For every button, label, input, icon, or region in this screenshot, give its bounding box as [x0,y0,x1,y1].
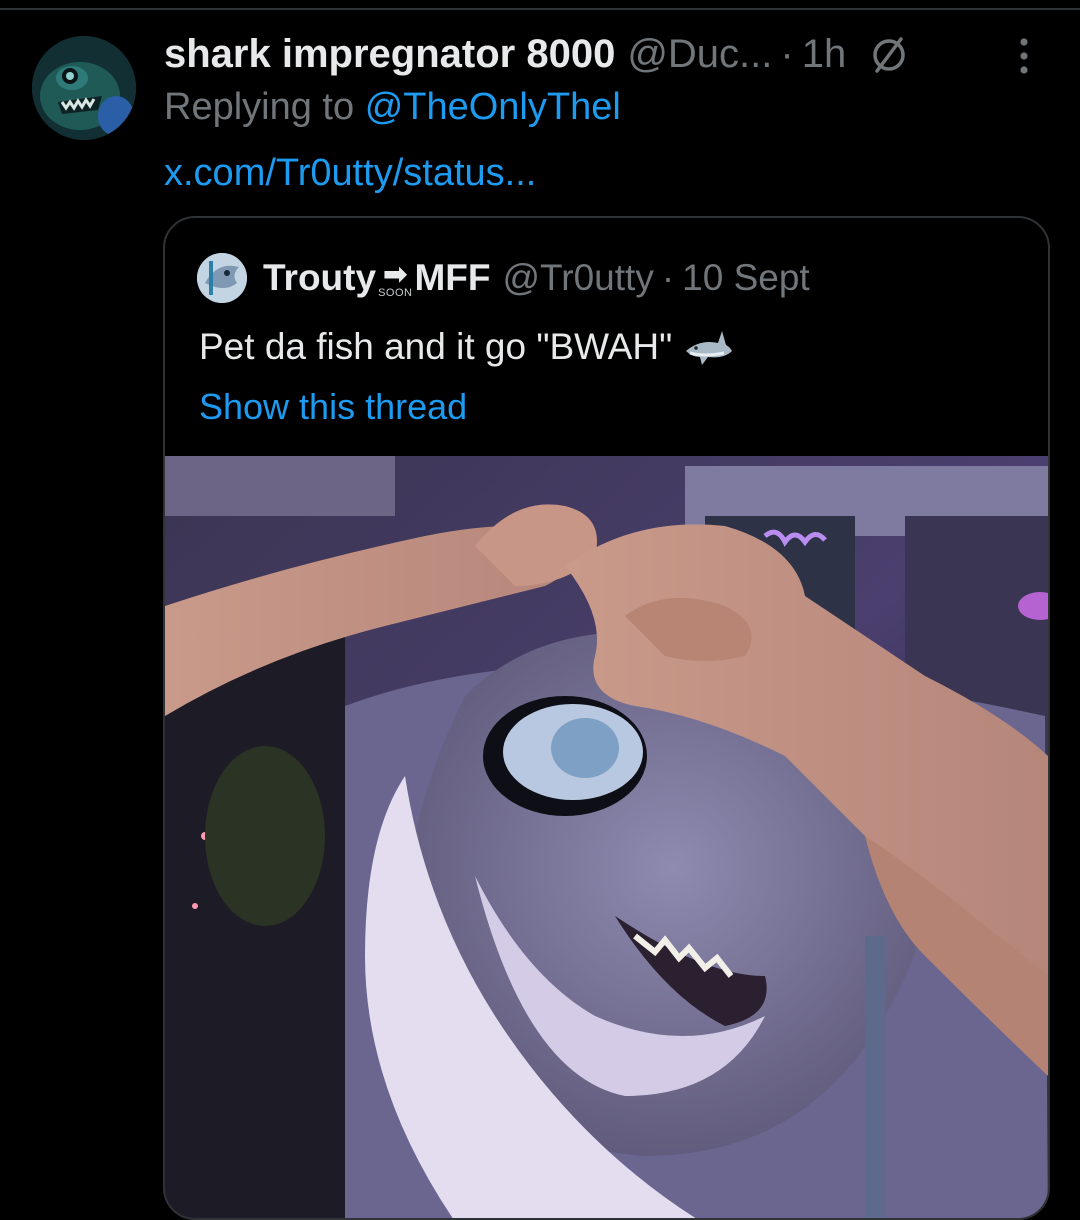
quoted-avatar-image [197,253,247,303]
arrow-glyph: ➡ [382,257,408,291]
soon-caption: SOON [378,286,413,299]
show-thread-link[interactable]: Show this thread [199,386,467,428]
replying-to-label: Replying to [164,86,355,128]
replying-to-line: Replying to @TheOnlyThel [164,86,621,129]
top-divider [0,8,1080,10]
avatar-image [32,36,136,140]
header-separator: · [780,31,794,76]
tweet-header: shark impregnator 8000 @Duc... · 1h [164,26,910,82]
replying-to-mention[interactable]: @TheOnlyThel [365,86,621,128]
quoted-tweet-text: Pet da fish and it go "BWAH" [199,326,673,367]
quoted-header-separator: · [661,257,675,298]
quoted-tweet-date[interactable]: 10 Sept [682,257,810,299]
author-handle[interactable]: @Duc... [627,32,772,77]
quoted-author-name-part1: Trouty [263,257,377,298]
quoted-author-name[interactable]: Trouty ➡ SOON MFF [263,257,491,299]
media-image [165,456,1048,1218]
quoted-author-handle[interactable]: @Tr0utty [503,257,654,299]
quoted-tweet-text-row: Pet da fish and it go "BWAH" [199,326,734,368]
soon-arrow-emoji: ➡ SOON [378,257,413,299]
tweet-time[interactable]: 1h [802,32,847,77]
quoted-tweet-card[interactable]: Trouty ➡ SOON MFF @Tr0utty · 10 Sept Pet… [163,216,1050,1220]
author-display-name[interactable]: shark impregnator 8000 [164,32,615,77]
shark-emoji [686,331,733,365]
quoted-tweet-media[interactable] [165,456,1048,1218]
quoted-tweet-header: Trouty ➡ SOON MFF @Tr0utty · 10 Sept [197,252,810,304]
null-circle-icon [873,37,905,73]
quoted-author-name-part2: MFF [414,257,491,298]
quoted-author-avatar [197,253,247,303]
tweet-link[interactable]: x.com/Tr0utty/status... [164,152,536,195]
more-dots-icon[interactable] [1012,36,1036,76]
user-avatar[interactable] [32,36,136,140]
